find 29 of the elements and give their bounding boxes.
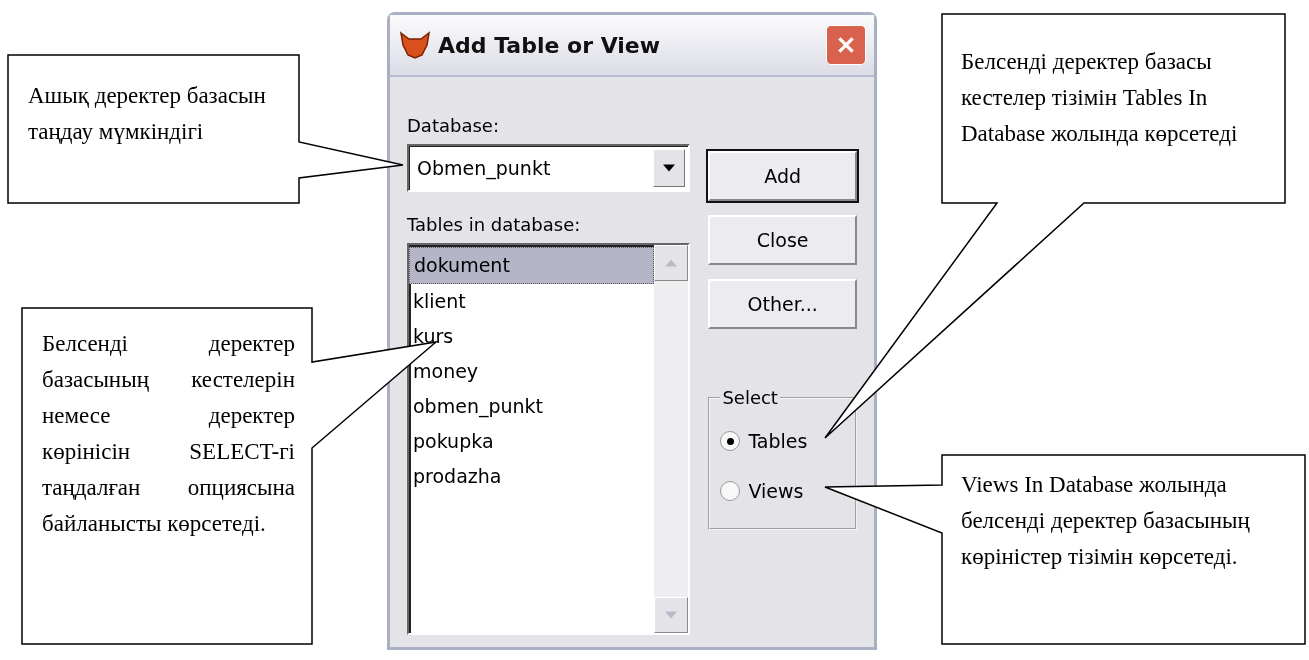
- table-item[interactable]: money: [409, 354, 655, 389]
- table-item[interactable]: prodazha: [409, 459, 655, 494]
- callout-text: Ашық деректер базасын таңдау мүмкіндігі: [28, 82, 267, 146]
- dropdown-arrow-icon[interactable]: [663, 164, 676, 172]
- radio-label[interactable]: Tables: [748, 430, 808, 452]
- table-item[interactable]: kurs: [409, 319, 655, 354]
- window-title: Add Table or View: [438, 32, 662, 58]
- table-item[interactable]: obmen_punkt: [409, 389, 655, 424]
- table-item[interactable]: klient: [409, 284, 655, 319]
- table-item[interactable]: pokupka: [409, 424, 655, 459]
- table-item[interactable]: dokument: [409, 247, 655, 284]
- dialog-button[interactable]: Add: [708, 151, 857, 201]
- fox-icon: [400, 31, 430, 59]
- scrollbar[interactable]: [654, 245, 689, 633]
- dialog-button[interactable]: Other...: [708, 279, 857, 329]
- scroll-up-icon[interactable]: [665, 259, 678, 267]
- callout-text: Белсенді деректер базасы кестелер тізімін Tables In Database жолында көрсетеді: [961, 48, 1239, 148]
- close-icon[interactable]: [826, 25, 866, 65]
- callout-text: Белсенді деректер базасының кестелерін немесе деректер көрінісін SELECT-гі таңдалған опциясына байланысты көрсетеді.: [42, 330, 295, 538]
- radio-button[interactable]: [720, 431, 741, 451]
- tables-label: Tables in database:: [407, 214, 582, 235]
- radio-button[interactable]: [720, 481, 741, 501]
- database-dropdown[interactable]: Obmen_punkt: [407, 144, 691, 192]
- group-label: Select: [721, 387, 779, 408]
- scroll-down-icon[interactable]: [665, 611, 678, 619]
- callout-text: Views In Database жолында белсенді деректер базасының көріністер тізімін көрсетеді.: [961, 471, 1251, 571]
- radio-label[interactable]: Views: [748, 480, 804, 502]
- dialog-button[interactable]: Close: [708, 215, 857, 265]
- database-label: Database:: [407, 115, 500, 136]
